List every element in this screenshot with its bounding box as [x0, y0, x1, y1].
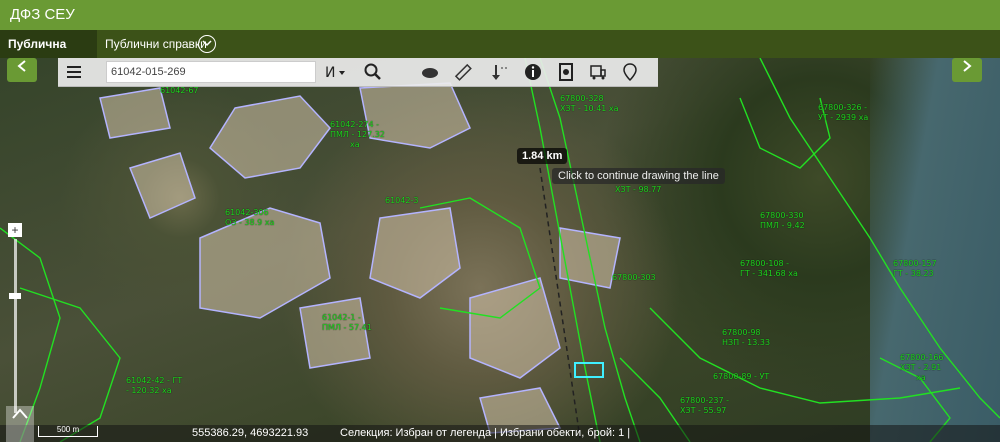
parcel-label: 61042-67	[160, 86, 199, 95]
document-info-icon[interactable]	[556, 62, 576, 82]
parcel-label: ГТ - 38.23	[893, 269, 934, 278]
search-type-dropdown-icon[interactable]: И	[323, 62, 345, 82]
parcel-label: 67800-326 -	[818, 103, 868, 112]
tab-public-map[interactable]: Публична карта	[0, 30, 97, 79]
parcel-label: 67800-303	[612, 273, 656, 282]
parcel-shape	[299, 297, 371, 369]
parcel-shape	[128, 152, 196, 220]
truck-icon[interactable]	[588, 62, 608, 82]
sort-download-icon[interactable]	[490, 62, 510, 82]
parcel-label: 61042-306	[225, 208, 269, 217]
parcel-label: ПМЛ - 9.42	[760, 221, 805, 230]
parcel-label: ха	[350, 140, 360, 149]
info-icon[interactable]	[523, 62, 543, 82]
parcel-shape	[209, 95, 331, 179]
map-view[interactable]: 61042-67 61042-274 - ПМЛ - 127.32 ха 678…	[0, 58, 1000, 442]
measure-distance-tooltip: 1.84 km	[517, 148, 568, 164]
cursor-coordinates: 555386.29, 4693221.93	[192, 427, 309, 439]
main-nav: Публична карта Публични справки	[0, 30, 1000, 79]
app-header: ДФЗ СЕУ	[0, 0, 1000, 30]
parcel-shape	[369, 207, 461, 299]
parcel-label: ХЗТ - 2.91	[900, 363, 942, 372]
parcel-label: 67800-237 -	[680, 396, 730, 405]
collapse-right-button[interactable]	[952, 58, 982, 82]
parcel-label: 67800-166	[900, 353, 944, 362]
parcel-label: 67800-98	[722, 328, 761, 337]
location-pin-icon[interactable]	[620, 62, 640, 82]
ruler-measure-icon[interactable]	[453, 62, 473, 82]
parcel-shape	[469, 277, 561, 379]
parcel-label: ОЗ - 38.9 ха	[225, 218, 275, 227]
svg-text:И: И	[325, 65, 335, 81]
selected-parcel-highlight	[574, 362, 604, 378]
selection-status: Селекция: Избран от легенда | Избрани об…	[340, 427, 631, 439]
parcel-label: 67800-108 -	[740, 259, 790, 268]
map-toolbar: И	[58, 58, 658, 87]
menu-icon[interactable]	[64, 62, 84, 82]
parcel-label: ХЗТ - 10.41 ха	[560, 104, 619, 113]
parcel-label: ХЗТ - 98.77	[615, 185, 662, 194]
parcel-label: 67800-89 - УТ	[713, 372, 770, 381]
parcel-label: 67800-328	[560, 94, 604, 103]
cloud-layers-icon[interactable]	[420, 62, 440, 82]
parcel-label: ПМЛ - 127.32	[330, 130, 385, 139]
zoom-slider[interactable]: +	[8, 223, 22, 413]
parcel-label: - 120.32 ха	[126, 386, 172, 395]
measure-hint-tooltip: Click to continue drawing the line	[552, 168, 725, 184]
parcel-label: ГТ - 341.68 ха	[740, 269, 798, 278]
parcel-label: ПМЛ - 57.41	[322, 323, 372, 332]
zoom-track[interactable]	[14, 239, 17, 413]
boundary-line	[19, 287, 121, 442]
coast-line	[759, 58, 1000, 419]
status-bar: 555386.29, 4693221.93 Селекция: Избран о…	[0, 425, 1000, 442]
zoom-in-button[interactable]: +	[8, 223, 22, 237]
parcel-label: 67800-330	[760, 211, 804, 220]
parcel-label: УТ - 2939 ха	[818, 113, 869, 122]
search-icon[interactable]	[363, 62, 383, 82]
parcel-label: 61042-1 -	[322, 313, 361, 322]
zoom-thumb[interactable]	[9, 293, 21, 299]
chevron-down-icon[interactable]	[198, 35, 216, 53]
parcel-label: 67800-157	[893, 259, 937, 268]
parcel-label: 61042-42 - ГТ	[126, 376, 183, 385]
parcel-label: ха	[916, 373, 926, 382]
app-title: ДФЗ СЕУ	[10, 6, 75, 23]
chevron-up-icon	[12, 408, 28, 419]
home-extent-button[interactable]	[6, 406, 34, 442]
parcel-label: 61042-3	[385, 196, 419, 205]
parcel-search-input[interactable]	[106, 61, 316, 83]
parcel-shape	[99, 87, 171, 139]
scale-bar: 500 m	[38, 426, 98, 437]
parcel-label: НЗП - 13.33	[722, 338, 771, 347]
collapse-left-button[interactable]	[7, 58, 37, 82]
parcel-label: 61042-274 -	[330, 120, 380, 129]
parcel-label: ХЗТ - 55.97	[680, 406, 727, 415]
